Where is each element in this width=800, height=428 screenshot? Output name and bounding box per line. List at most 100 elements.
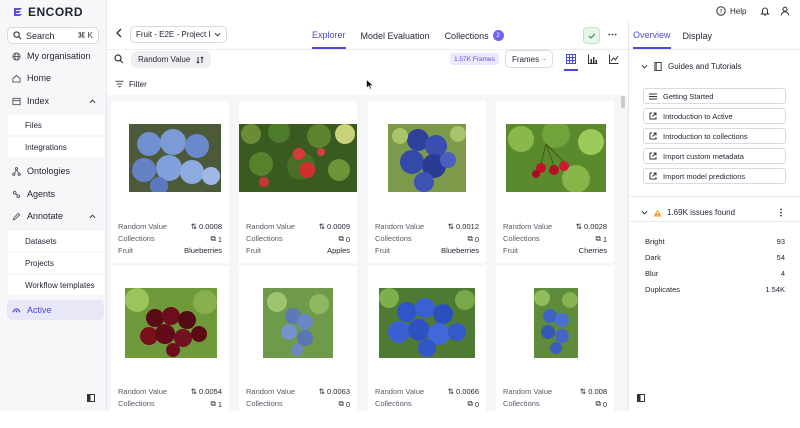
image-card[interactable]: Random Value ⇅ 0.0012 Collections ⧉ 0 Frui… — [368, 101, 486, 263]
chevron-up-icon — [89, 213, 96, 218]
grid-view-active-indicator — [564, 69, 578, 71]
guide-introduction-to-active-button[interactable]: Introduction to Active — [643, 108, 786, 124]
sidebar-item-label: Integrations — [25, 142, 67, 152]
sidebar-item-projects[interactable]: Projects — [8, 253, 104, 273]
blueberry-icon — [129, 124, 221, 192]
tab-collections[interactable]: Collections 2 — [445, 22, 504, 49]
explorer-toolbar: Random Value 1.57K Frames Frames — [107, 49, 628, 71]
image-card[interactable]: Random Value ⇅ 0.008 Collections ⧉ 0 — [496, 266, 614, 428]
guide-import-model-predictions-button[interactable]: Import model predictions — [643, 168, 786, 184]
mouse-cursor-icon — [366, 79, 374, 90]
issue-row-duplicates[interactable]: Duplicates 1.54K — [645, 285, 785, 294]
sidebar-item-home[interactable]: Home — [7, 69, 104, 87]
guide-import-custom-metadata-button[interactable]: Import custom metadata — [643, 148, 786, 164]
check-icon — [588, 33, 595, 39]
guide-introduction-to-collections-button[interactable]: Introduction to collections — [643, 128, 786, 144]
logo[interactable]: ENCORD — [12, 5, 83, 19]
search-button[interactable]: Search ⌘ K — [7, 27, 99, 44]
tab-explorer[interactable]: Explorer — [312, 22, 346, 49]
field-label: Collections — [118, 234, 155, 243]
field-label: Random Value — [375, 387, 425, 396]
tab-overview[interactable]: Overview — [633, 22, 671, 49]
image-card[interactable]: Random Value ⇅ 0.0054 Collections ⧉ 1 — [111, 266, 229, 428]
field-label: Collections — [246, 234, 283, 243]
issue-label: Bright — [645, 237, 665, 246]
field-label: Fruit — [503, 246, 518, 255]
image-card[interactable]: Random Value ⇅ 0.0008 Collections ⧉ 1 Frui… — [111, 101, 229, 263]
image-card[interactable]: Random Value ⇅ 0.0063 Collections ⧉ 0 — [239, 266, 357, 428]
home-icon — [12, 74, 21, 83]
field-label: Random Value — [118, 387, 168, 396]
card-fruit-row: Fruit Blueberries — [118, 246, 222, 255]
more-vertical-icon[interactable] — [779, 208, 783, 217]
field-label: Fruit — [118, 246, 133, 255]
guide-getting-started-button[interactable]: Getting Started — [643, 88, 786, 104]
tab-display[interactable]: Display — [683, 22, 713, 49]
confirm-button[interactable] — [583, 27, 600, 44]
sidebar-item-workflow-templates[interactable]: Workflow templates — [8, 275, 104, 295]
image-card[interactable]: Random Value ⇅ 0.0009 Collections ⧉ 0 Frui… — [239, 101, 357, 263]
issue-row-bright[interactable]: Bright 93 — [645, 237, 785, 246]
sort-icon — [196, 55, 204, 64]
collections-value: 0 — [602, 399, 607, 409]
bar-chart-icon[interactable] — [588, 54, 598, 64]
line-chart-icon[interactable] — [609, 54, 619, 64]
issue-row-blur[interactable]: Blur 4 — [645, 269, 785, 278]
frames-count-badge: 1.57K Frames — [450, 53, 499, 65]
annotate-icon — [12, 212, 21, 220]
project-select[interactable]: Fruit - E2E - Project I — [130, 26, 227, 43]
tab-model-evaluation[interactable]: Model Evaluation — [361, 22, 430, 49]
issue-count: 4 — [780, 269, 785, 278]
collapse-panel-icon[interactable] — [637, 394, 645, 402]
ontology-icon — [12, 166, 21, 176]
sort-select[interactable]: Random Value — [131, 51, 211, 68]
grid-scrollbar[interactable] — [621, 96, 625, 108]
card-random-row: Random Value ⇅ 0.0054 — [118, 387, 222, 396]
external-link-icon — [649, 112, 657, 120]
image-grid: Random Value ⇅ 0.0008 Collections ⧉ 1 Frui… — [107, 95, 628, 428]
issues-section-header[interactable]: 1.69K issues found — [641, 208, 735, 217]
sidebar-item-integrations[interactable]: Integrations — [8, 137, 104, 157]
search-icon[interactable] — [114, 54, 124, 64]
back-arrow-icon[interactable] — [115, 28, 123, 38]
grid-view-icon[interactable] — [566, 54, 576, 64]
sidebar-item-active[interactable]: Active — [7, 300, 104, 320]
image-card[interactable]: Random Value ⇅ 0.0066 Collections ⧉ 0 — [368, 266, 486, 428]
card-fruit-row: Fruit Blueberries — [375, 246, 479, 255]
sidebar-item-label: Files — [25, 120, 42, 130]
field-label: Random Value — [246, 387, 296, 396]
sidebar-item-label: Agents — [27, 189, 56, 199]
sidebar-item-label: Home — [27, 73, 52, 83]
random-value: 0.0063 — [327, 387, 350, 396]
divider — [629, 221, 800, 222]
sidebar-item-my-organisation[interactable]: My organisation — [7, 47, 104, 65]
sidebar-item-index[interactable]: Index — [7, 92, 104, 110]
globe-icon — [12, 51, 21, 61]
chevron-down-icon — [543, 58, 546, 60]
random-value: 0.008 — [588, 387, 607, 396]
field-label: Random Value — [118, 222, 168, 231]
field-label: Random Value — [246, 222, 296, 231]
collapse-sidebar-icon[interactable] — [87, 394, 95, 402]
frames-select[interactable]: Frames — [505, 50, 553, 68]
sidebar-item-annotate[interactable]: Annotate — [7, 207, 104, 225]
sidebar-item-files[interactable]: Files — [8, 115, 104, 135]
user-icon[interactable] — [780, 6, 790, 16]
image-card[interactable]: Random Value ⇅ 0.0028 Collections ⧉ 1 Frui… — [496, 101, 614, 263]
issue-count: 54 — [776, 253, 785, 262]
card-collections-row: Collections ⧉ 0 — [246, 399, 350, 409]
sidebar-item-agents[interactable]: Agents — [7, 185, 104, 203]
field-label: Random Value — [375, 222, 425, 231]
sidebar-item-datasets[interactable]: Datasets — [8, 231, 104, 251]
card-random-row: Random Value ⇅ 0.0063 — [246, 387, 350, 396]
issue-row-dark[interactable]: Dark 54 — [645, 253, 785, 262]
bell-icon[interactable] — [760, 6, 770, 16]
help-button[interactable]: ? Help — [716, 6, 746, 16]
card-random-row: Random Value ⇅ 0.0009 — [246, 222, 350, 231]
cherry-icon — [125, 288, 217, 358]
more-horizontal-icon[interactable] — [608, 30, 617, 39]
guides-section-header[interactable]: Guides and Tutorials — [641, 62, 741, 71]
guide-label: Import model predictions — [663, 171, 746, 181]
tab-label: Model Evaluation — [360, 30, 430, 41]
sidebar-item-ontologies[interactable]: Ontologies — [7, 162, 104, 180]
